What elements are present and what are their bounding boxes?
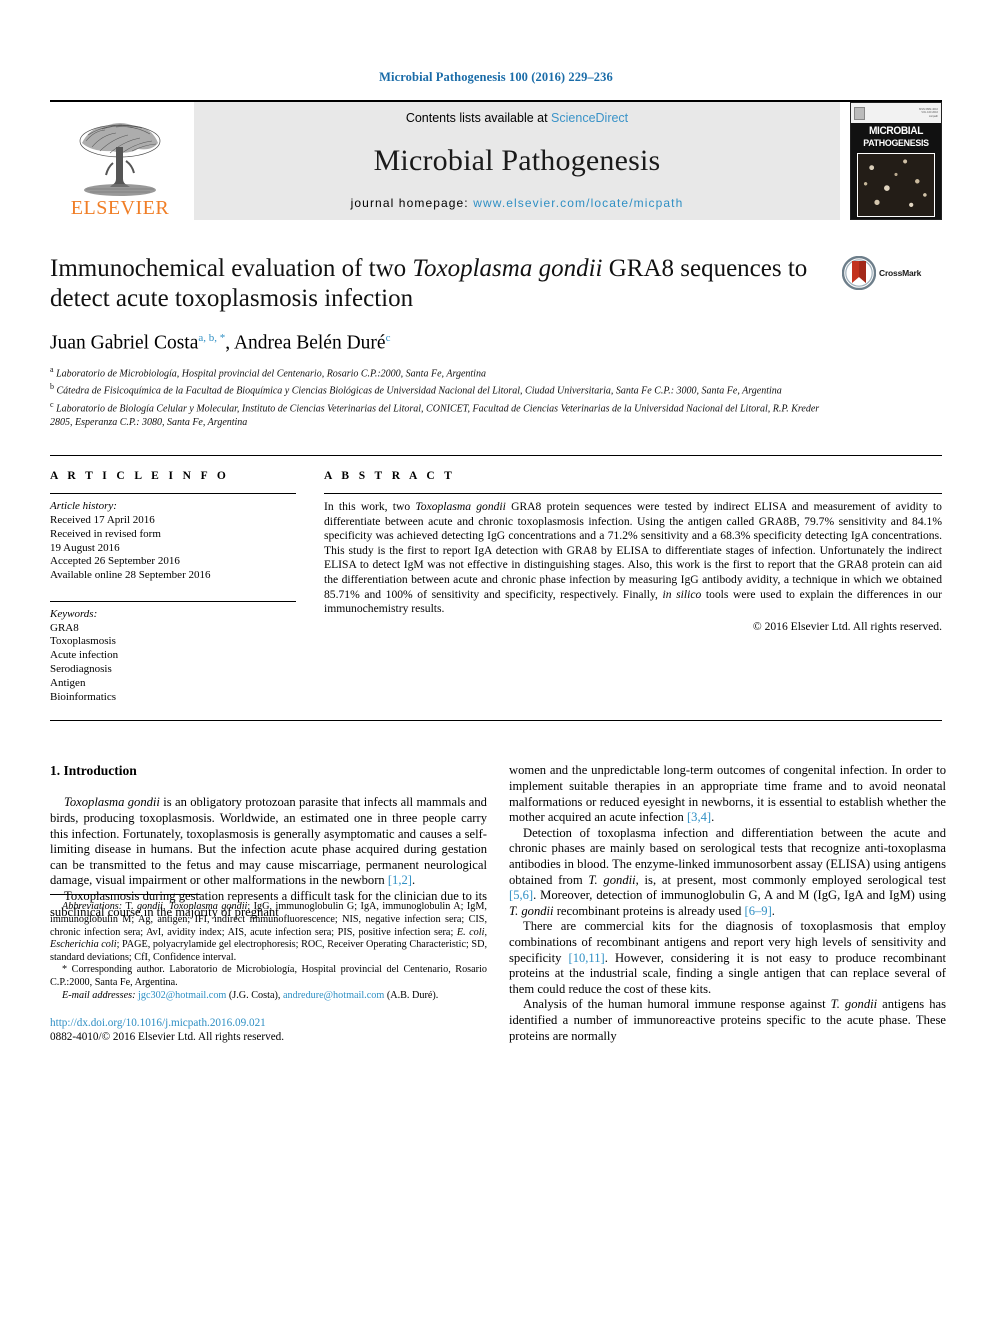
section-heading-introduction: 1. Introduction [50,763,137,779]
affiliation-text-c: Laboratorio de Biología Celular y Molecu… [50,403,820,428]
cover-title-line2: PATHOGENESIS [863,137,929,149]
affiliation-text-b: Cátedra de Fisicoquímica de la Facultad … [56,385,782,397]
elsevier-tree-icon [79,123,161,196]
affiliation-mark-b: b [50,382,54,392]
footnote-rule [50,894,200,896]
journal-title: Microbial Pathogenesis [373,143,661,177]
author-name-2[interactable]: Andrea Belén Duré [234,333,386,354]
info-abstract-band: A R T I C L E I N F O Article history: R… [50,455,942,722]
abbreviations-footnote: Abbreviations: T. gondii, Toxoplasma gon… [50,901,488,963]
crossmark-label: CrossMark [879,268,922,278]
affiliation-item: a Laboratorio de Microbiología, Hospital… [50,363,832,381]
corresponding-author-footnote: * Corresponding author. Laboratorio de M… [50,964,487,988]
contents-available-line: Contents lists available at ScienceDirec… [406,111,628,125]
email-label: E-mail addresses: [62,989,136,1001]
cover-title: MICROBIAL PATHOGENESIS [855,125,938,149]
history-line: 19 August 2016 [50,541,120,554]
title-species-italic: Toxoplasma gondii [412,255,603,282]
body-paragraph: There are commercial kits for the diagno… [509,919,946,996]
journal-homepage-line: journal homepage: www.elsevier.com/locat… [351,196,684,210]
author-separator: , [225,332,234,354]
body-column-left: 1. Introduction Toxoplasma gondii is an … [50,763,487,1044]
title-part-1: Immunochemical evaluation of two [50,255,413,282]
abstract-text: In this work, two Toxoplasma gondii GRA8… [324,500,942,616]
page-title: Immunochemical evaluation of two Toxopla… [50,254,832,314]
affiliation-text-a: Laboratorio de Microbiología, Hospital p… [56,367,486,379]
article-history-label: Article history: [50,500,117,513]
affiliation-mark-a: a [50,364,54,374]
email-owner-1: (J.G. Costa), [226,989,283,1001]
elsevier-wordmark: ELSEVIER [70,197,170,219]
abstract-heading: A B S T R A C T [324,470,456,483]
title-area: CrossMark Immunochemical evaluation of t… [50,254,942,429]
keywords-label: Keywords: [50,607,98,620]
keyword-item: Bioinformatics [50,690,116,703]
keyword-item: Serodiagnosis [50,663,112,676]
history-line: Received 17 April 2016 [50,513,155,526]
author-name-1[interactable]: Juan Gabriel Costa [50,333,198,354]
affiliation-item: b Cátedra de Fisicoquímica de la Faculta… [50,380,832,398]
affiliation-list: a Laboratorio de Microbiología, Hospital… [50,363,832,430]
body-column-right: women and the unpredictable long-term ou… [509,763,946,1044]
author-1-affiliation-marks: a, b, * [198,332,226,344]
journal-header-center: Contents lists available at ScienceDirec… [194,102,840,220]
cover-micrograph-image [857,153,935,217]
homepage-url-link[interactable]: www.elsevier.com/locate/micpath [473,196,683,210]
cover-title-line1: MICROBIAL [868,125,924,137]
email-link-2[interactable]: andredure@hotmail.com [283,990,384,1001]
abstract-column: A B S T R A C T In this work, two Toxopl… [318,470,942,704]
crossmark-icon [842,256,876,290]
author-list: Juan Gabriel Costaa, b, *, Andrea Belén … [50,332,832,355]
body-paragraph: women and the unpredictable long-term ou… [509,763,946,825]
article-info-heading: A R T I C L E I N F O [50,470,230,483]
sciencedirect-link[interactable]: ScienceDirect [551,111,628,125]
email-link-1[interactable]: jgc302@hotmail.com [138,990,226,1001]
email-footnote: E-mail addresses: jgc302@hotmail.com (J.… [50,990,487,1003]
email-owner-2: (A.B. Duré). [384,989,439,1001]
article-info-column: A R T I C L E I N F O Article history: R… [50,470,318,704]
keyword-item: GRA8 [50,621,79,634]
keywords-list: Keywords: GRA8 Toxoplasmosis Acute infec… [50,608,296,705]
abstract-rule [324,493,942,495]
author-2-affiliation-marks: c [385,332,391,344]
contents-prefix: Contents lists available at [405,111,552,125]
cover-top-strip: ISSN 0882-4010 VOL 100 2016 micpath [851,103,941,123]
history-line: Received in revised form [50,527,161,540]
history-line: Accepted 26 September 2016 [50,555,180,568]
journal-cover-thumbnail: ISSN 0882-4010 VOL 100 2016 micpath MICROB… [850,102,942,220]
journal-masthead: ELSEVIER Contents lists available at Sci… [50,100,942,220]
elsevier-logo: ELSEVIER [50,102,190,220]
body-columns: 1. Introduction Toxoplasma gondii is an … [50,763,946,1044]
keyword-item: Acute infection [50,649,119,662]
body-paragraph: Analysis of the human humoral immune res… [509,997,946,1043]
keyword-item: Toxoplasmosis [50,635,116,648]
issn-copyright-line: 0882-4010/© 2016 Elsevier Ltd. All right… [50,1031,285,1044]
affiliation-item: c Laboratorio de Biología Celular y Mole… [50,398,832,429]
cover-micro-text: ISSN 0882-4010 VOL 100 2016 micpath [918,108,938,118]
keywords-rule [50,600,296,602]
body-paragraph: Detection of toxoplasma infection and di… [509,825,946,918]
article-history: Article history: Received 17 April 2016 … [50,500,296,583]
running-head: Microbial Pathogenesis 100 (2016) 229–23… [379,70,613,84]
body-paragraph: Toxoplasma gondii is an obligatory proto… [50,795,487,888]
abstract-copyright: © 2016 Elsevier Ltd. All rights reserved… [752,619,942,633]
affiliation-mark-c: c [50,399,54,409]
cover-publisher-badge-icon [854,106,865,120]
keywords-block: Keywords: GRA8 Toxoplasmosis Acute infec… [50,600,296,705]
keyword-item: Antigen [50,676,86,689]
footnote-block: Abbreviations: T. gondii, Toxoplasma gon… [50,894,487,1044]
doi-link[interactable]: http://dx.doi.org/10.1016/j.micpath.2016… [50,1016,487,1030]
homepage-prefix: journal homepage: [350,196,474,210]
history-line: Available online 28 September 2016 [50,569,211,582]
article-info-rule [50,493,296,495]
crossmark-badge[interactable]: CrossMark [842,256,942,290]
article-page: Microbial Pathogenesis 100 (2016) 229–23… [0,0,992,1323]
